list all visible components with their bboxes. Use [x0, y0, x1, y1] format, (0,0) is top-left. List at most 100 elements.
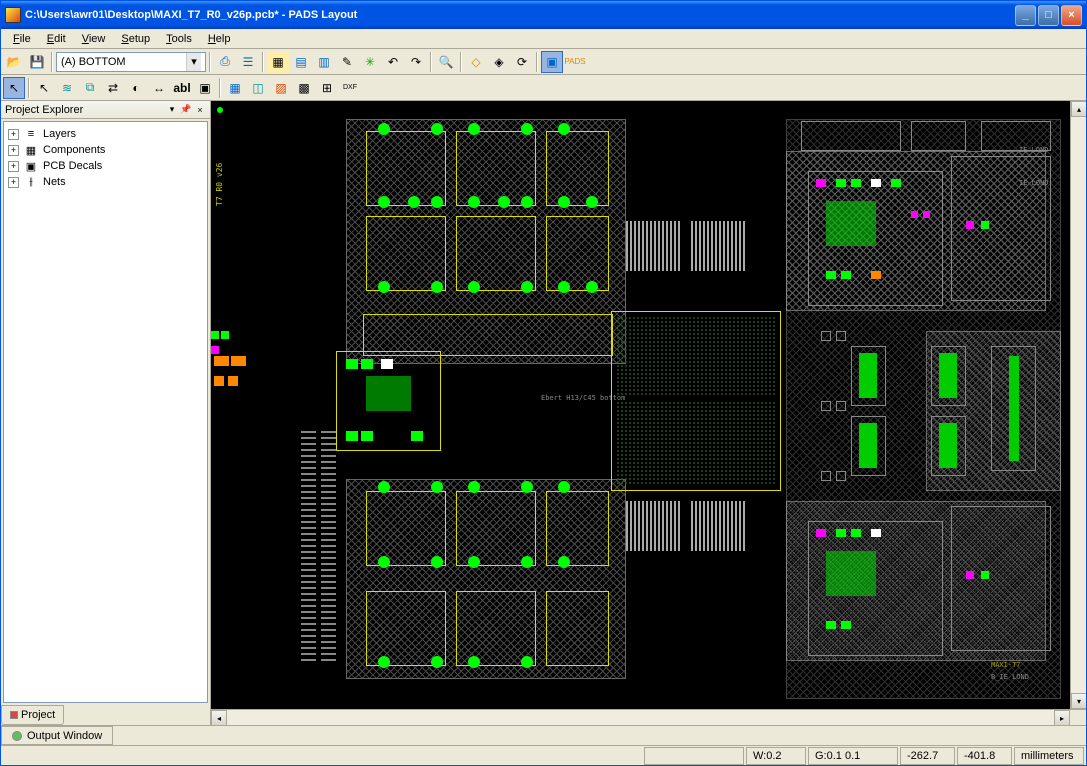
- component: [1009, 356, 1019, 461]
- tree-item-layers[interactable]: + ≡ Layers: [8, 126, 203, 142]
- pad: [851, 529, 861, 537]
- pad: [521, 556, 533, 568]
- layer-combo-value: (A) BOTTOM: [61, 56, 126, 68]
- status-button[interactable]: ▥: [313, 51, 335, 73]
- pcb-canvas[interactable]: T7 R0 v26: [211, 101, 1070, 709]
- pad: [378, 481, 390, 493]
- undo-button[interactable]: ↶: [382, 51, 404, 73]
- maximize-button[interactable]: □: [1038, 5, 1059, 26]
- connector: [691, 221, 745, 271]
- tab-label: Output Window: [27, 730, 102, 742]
- silkscreen-text: MAXI-T7: [991, 661, 1021, 669]
- board-button[interactable]: ◇: [465, 51, 487, 73]
- pad: [821, 401, 831, 411]
- ecm-button[interactable]: ▣: [194, 77, 216, 99]
- bga-array: [616, 401, 776, 486]
- radial-button[interactable]: ◐: [125, 77, 147, 99]
- panel-pin-button[interactable]: 📌: [180, 104, 192, 116]
- bga-array: [616, 316, 776, 396]
- project-explorer-button[interactable]: ☰: [237, 51, 259, 73]
- display-colors-button[interactable]: ▤: [290, 51, 312, 73]
- dimension-button[interactable]: ◫: [247, 77, 269, 99]
- menu-view[interactable]: View: [74, 31, 114, 47]
- open-button[interactable]: 📂: [3, 51, 25, 73]
- scroll-right-button[interactable]: ▸: [1054, 710, 1070, 725]
- minimize-button[interactable]: _: [1015, 5, 1036, 26]
- layer-combo[interactable]: (A) BOTTOM ▾: [56, 52, 206, 72]
- layer-pair-button[interactable]: ⧉: [79, 77, 101, 99]
- menubar: File Edit View Setup Tools Help: [1, 29, 1086, 49]
- tab-output-window[interactable]: Output Window: [1, 726, 113, 745]
- pad: [381, 359, 393, 369]
- menu-tools[interactable]: Tools: [158, 31, 200, 47]
- project-explorer-panel: Project Explorer ▾ 📌 × + ≡ Layers + ▦ Co…: [1, 101, 211, 725]
- horizontal-scrollbar[interactable]: ◂ ▸: [211, 709, 1086, 725]
- extents-button[interactable]: ◈: [488, 51, 510, 73]
- pad: [981, 221, 989, 229]
- panel-close-button[interactable]: ×: [194, 104, 206, 116]
- layer-stack-button[interactable]: ≋: [56, 77, 78, 99]
- pad: [214, 356, 229, 366]
- scroll-down-button[interactable]: ▾: [1071, 693, 1086, 709]
- pad: [468, 656, 480, 668]
- scroll-up-button[interactable]: ▴: [1071, 101, 1086, 117]
- status-x: -262.7: [900, 747, 955, 765]
- close-button[interactable]: ×: [1061, 5, 1082, 26]
- drafting-button[interactable]: ▦: [224, 77, 246, 99]
- tree-item-components[interactable]: + ▦ Components: [8, 142, 203, 158]
- project-tree[interactable]: + ≡ Layers + ▦ Components + ▣ PCB Decals…: [3, 121, 208, 703]
- pad: [378, 123, 390, 135]
- decals-icon: ▣: [23, 159, 39, 173]
- output-window-button[interactable]: ⎙: [214, 51, 236, 73]
- text-button[interactable]: abl: [171, 77, 193, 99]
- expand-icon[interactable]: +: [8, 161, 19, 172]
- silkscreen-text: IE LOND: [1019, 146, 1049, 154]
- expand-icon[interactable]: +: [8, 177, 19, 188]
- component-outline: [456, 591, 536, 666]
- redraw-button[interactable]: ⟳: [511, 51, 533, 73]
- pad: [558, 123, 570, 135]
- expand-icon[interactable]: +: [8, 145, 19, 156]
- tree-item-nets[interactable]: + ⫲ Nets: [8, 174, 203, 190]
- component-outline: [456, 216, 536, 291]
- verify-button[interactable]: ✳: [359, 51, 381, 73]
- zoom-button[interactable]: 🔍: [435, 51, 457, 73]
- router-button[interactable]: ▣: [541, 51, 563, 73]
- eco-button[interactable]: ▨: [270, 77, 292, 99]
- menu-setup[interactable]: Setup: [113, 31, 158, 47]
- redo-button[interactable]: ↷: [405, 51, 427, 73]
- move-button[interactable]: ↔: [148, 77, 170, 99]
- vertical-scrollbar[interactable]: ▴ ▾: [1070, 101, 1086, 709]
- nets-icon: ⫲: [23, 175, 39, 189]
- menu-file[interactable]: File: [5, 31, 39, 47]
- pad: [431, 556, 443, 568]
- tab-project[interactable]: Project: [1, 705, 64, 725]
- select-button[interactable]: ↖: [3, 77, 25, 99]
- tree-item-decals[interactable]: + ▣ PCB Decals: [8, 158, 203, 174]
- scroll-left-button[interactable]: ◂: [211, 710, 227, 725]
- menu-help[interactable]: Help: [200, 31, 239, 47]
- save-button[interactable]: 💾: [26, 51, 48, 73]
- component: [939, 423, 957, 468]
- pad: [498, 196, 510, 208]
- pad: [228, 376, 238, 386]
- select-arrow-button[interactable]: ↖: [33, 77, 55, 99]
- expand-icon[interactable]: +: [8, 129, 19, 140]
- chevron-down-icon: ▾: [186, 53, 201, 71]
- pad: [558, 556, 570, 568]
- swap-button[interactable]: ⇄: [102, 77, 124, 99]
- tab-dot-icon: [10, 711, 18, 719]
- status-empty: [644, 747, 744, 765]
- edit-button[interactable]: ✎: [336, 51, 358, 73]
- pad: [431, 481, 443, 493]
- pad: [871, 179, 881, 187]
- dxf-button[interactable]: DXF: [339, 77, 361, 99]
- pad: [431, 196, 443, 208]
- logic-button[interactable]: PADS: [564, 51, 586, 73]
- panel-menu-button[interactable]: ▾: [166, 104, 178, 116]
- options-button[interactable]: ▦: [267, 51, 289, 73]
- menu-edit[interactable]: Edit: [39, 31, 74, 47]
- component-outline: [801, 121, 901, 151]
- bga-button[interactable]: ⊞: [316, 77, 338, 99]
- design-button[interactable]: ▩: [293, 77, 315, 99]
